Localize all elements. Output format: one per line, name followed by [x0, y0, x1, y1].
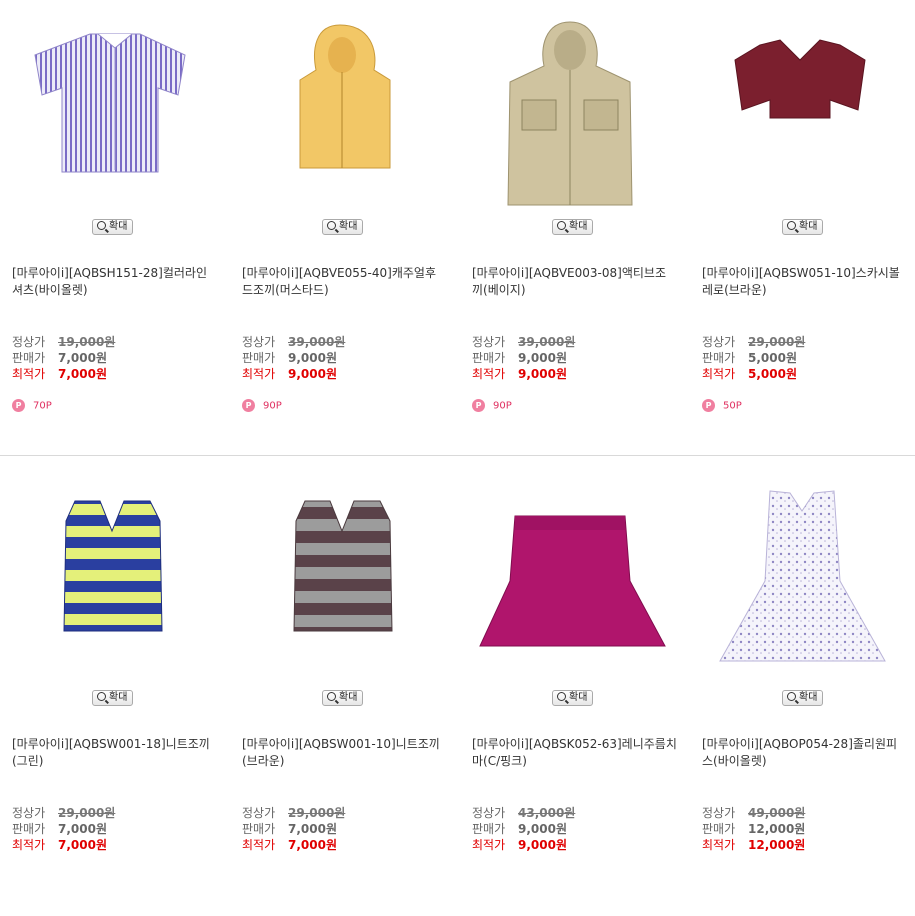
regular-price-row: 정상가 29,000원 [242, 806, 346, 820]
sale-price-row: 판매가 9,000원 [242, 351, 337, 365]
regular-price-row: 정상가 29,000원 [702, 335, 806, 349]
product-image-mustard-hooded-vest[interactable] [230, 0, 445, 210]
points-badge: P 70P [12, 399, 52, 414]
sale-price: 5,000원 [748, 351, 797, 365]
product-image-green-knit-vest[interactable] [0, 471, 215, 681]
points-icon: P [702, 399, 715, 412]
sale-price-row: 판매가 9,000원 [472, 822, 567, 836]
product-title[interactable]: [마루아이i][AQBSW001-10]니트조끼(브라운) [242, 736, 447, 770]
product-title[interactable]: [마루아이i][AQBSW051-10]스카시볼레로(브라운) [702, 265, 907, 299]
zoom-button[interactable]: 확대 [322, 219, 364, 235]
product-title[interactable]: [마루아이i][AQBSH151-28]컬러라인셔츠(바이올렛) [12, 265, 217, 299]
best-price-row: 최적가 9,000원 [472, 367, 567, 381]
best-price: 7,000원 [58, 367, 107, 381]
best-price-row: 최적가 7,000원 [12, 838, 107, 852]
product-title[interactable]: [마루아이i][AQBSW001-18]니트조끼(그린) [12, 736, 217, 770]
sale-price-row: 판매가 7,000원 [12, 351, 107, 365]
sale-price: 12,000원 [748, 822, 806, 836]
zoom-button[interactable]: 확대 [552, 690, 594, 706]
price-block: 정상가 49,000원 판매가 12,000원 최적가 12,000원 [702, 805, 805, 853]
points-icon: P [242, 399, 255, 412]
zoom-button[interactable]: 확대 [782, 219, 824, 235]
sale-price: 7,000원 [58, 351, 107, 365]
zoom-button[interactable]: 확대 [92, 690, 134, 706]
sale-price-row: 판매가 12,000원 [702, 822, 806, 836]
product-title[interactable]: [마루아이i][AQBVE003-08]액티브조끼(베이지) [472, 265, 677, 299]
points-icon: P [472, 399, 485, 412]
regular-price: 19,000원 [58, 335, 116, 349]
points-icon: P [12, 399, 25, 412]
zoom-button[interactable]: 확대 [322, 690, 364, 706]
magnifier-icon [327, 221, 336, 230]
sale-price-row: 판매가 9,000원 [472, 351, 567, 365]
price-block: 정상가 29,000원 판매가 7,000원 최적가 7,000원 [242, 805, 345, 853]
best-price: 9,000원 [288, 367, 337, 381]
regular-price: 29,000원 [748, 335, 806, 349]
best-price: 9,000원 [518, 367, 567, 381]
sale-price-row: 판매가 5,000원 [702, 351, 797, 365]
magnifier-icon [557, 692, 566, 701]
best-price: 7,000원 [288, 838, 337, 852]
sale-price: 7,000원 [58, 822, 107, 836]
magnifier-icon [327, 692, 336, 701]
best-price: 12,000원 [748, 838, 806, 852]
product-grid: 확대 [마루아이i][AQBSH151-28]컬러라인셔츠(바이올렛) 정상가 1… [0, 0, 915, 852]
magnifier-icon [787, 692, 796, 701]
zoom-button[interactable]: 확대 [92, 219, 134, 235]
price-block: 정상가 29,000원 판매가 5,000원 최적가 5,000원 [702, 334, 805, 382]
regular-price-row: 정상가 39,000원 [242, 335, 346, 349]
magnifier-icon [787, 221, 796, 230]
best-price-row: 최적가 9,000원 [242, 367, 337, 381]
best-price: 5,000원 [748, 367, 797, 381]
regular-price-row: 정상가 43,000원 [472, 806, 576, 820]
product-image-beige-active-vest[interactable] [460, 0, 675, 210]
regular-price: 39,000원 [288, 335, 346, 349]
product-image-pink-pleated-skirt[interactable] [460, 471, 675, 681]
best-price-row: 최적가 9,000원 [472, 838, 567, 852]
regular-price: 39,000원 [518, 335, 576, 349]
product-image-violet-striped-shirt[interactable] [0, 0, 215, 210]
price-block: 정상가 39,000원 판매가 9,000원 최적가 9,000원 [472, 334, 575, 382]
points-badge: P 90P [242, 399, 282, 414]
product-title[interactable]: [마루아이i][AQBSK052-63]레니주름치마(C/핑크) [472, 736, 677, 770]
product-row: 확대 [마루아이i][AQBSH151-28]컬러라인셔츠(바이올렛) 정상가 1… [0, 0, 915, 460]
price-block: 정상가 29,000원 판매가 7,000원 최적가 7,000원 [12, 805, 115, 853]
regular-price-row: 정상가 19,000원 [12, 335, 116, 349]
sale-price: 9,000원 [288, 351, 337, 365]
best-price-row: 최적가 12,000원 [702, 838, 806, 852]
best-price-row: 최적가 5,000원 [702, 367, 797, 381]
sale-price-row: 판매가 7,000원 [242, 822, 337, 836]
product-title[interactable]: [마루아이i][AQBVE055-40]캐주얼후드조끼(머스타드) [242, 265, 447, 299]
sale-price: 9,000원 [518, 351, 567, 365]
regular-price: 49,000원 [748, 806, 806, 820]
sale-price: 7,000원 [288, 822, 337, 836]
price-block: 정상가 43,000원 판매가 9,000원 최적가 9,000원 [472, 805, 575, 853]
regular-price: 29,000원 [58, 806, 116, 820]
sale-price-row: 판매가 7,000원 [12, 822, 107, 836]
magnifier-icon [97, 221, 106, 230]
zoom-button[interactable]: 확대 [552, 219, 594, 235]
best-price-row: 최적가 7,000원 [242, 838, 337, 852]
product-image-brown-bolero[interactable] [690, 0, 905, 210]
regular-price: 29,000원 [288, 806, 346, 820]
zoom-button[interactable]: 확대 [782, 690, 824, 706]
points-badge: P 90P [472, 399, 512, 414]
product-row: 확대 [마루아이i][AQBSW001-18]니트조끼(그린) 정상가 29,00… [0, 455, 915, 916]
best-price: 7,000원 [58, 838, 107, 852]
price-block: 정상가 19,000원 판매가 7,000원 최적가 7,000원 [12, 334, 115, 382]
magnifier-icon [557, 221, 566, 230]
points-badge: P 50P [702, 399, 742, 414]
product-image-brown-knit-vest[interactable] [230, 471, 445, 681]
magnifier-icon [97, 692, 106, 701]
regular-price-row: 정상가 39,000원 [472, 335, 576, 349]
price-block: 정상가 39,000원 판매가 9,000원 최적가 9,000원 [242, 334, 345, 382]
product-title[interactable]: [마루아이i][AQBOP054-28]졸리원피스(바이올렛) [702, 736, 907, 770]
regular-price-row: 정상가 29,000원 [12, 806, 116, 820]
sale-price: 9,000원 [518, 822, 567, 836]
best-price-row: 최적가 7,000원 [12, 367, 107, 381]
regular-price-row: 정상가 49,000원 [702, 806, 806, 820]
regular-price: 43,000원 [518, 806, 576, 820]
best-price: 9,000원 [518, 838, 567, 852]
product-image-violet-floral-dress[interactable] [690, 471, 905, 681]
